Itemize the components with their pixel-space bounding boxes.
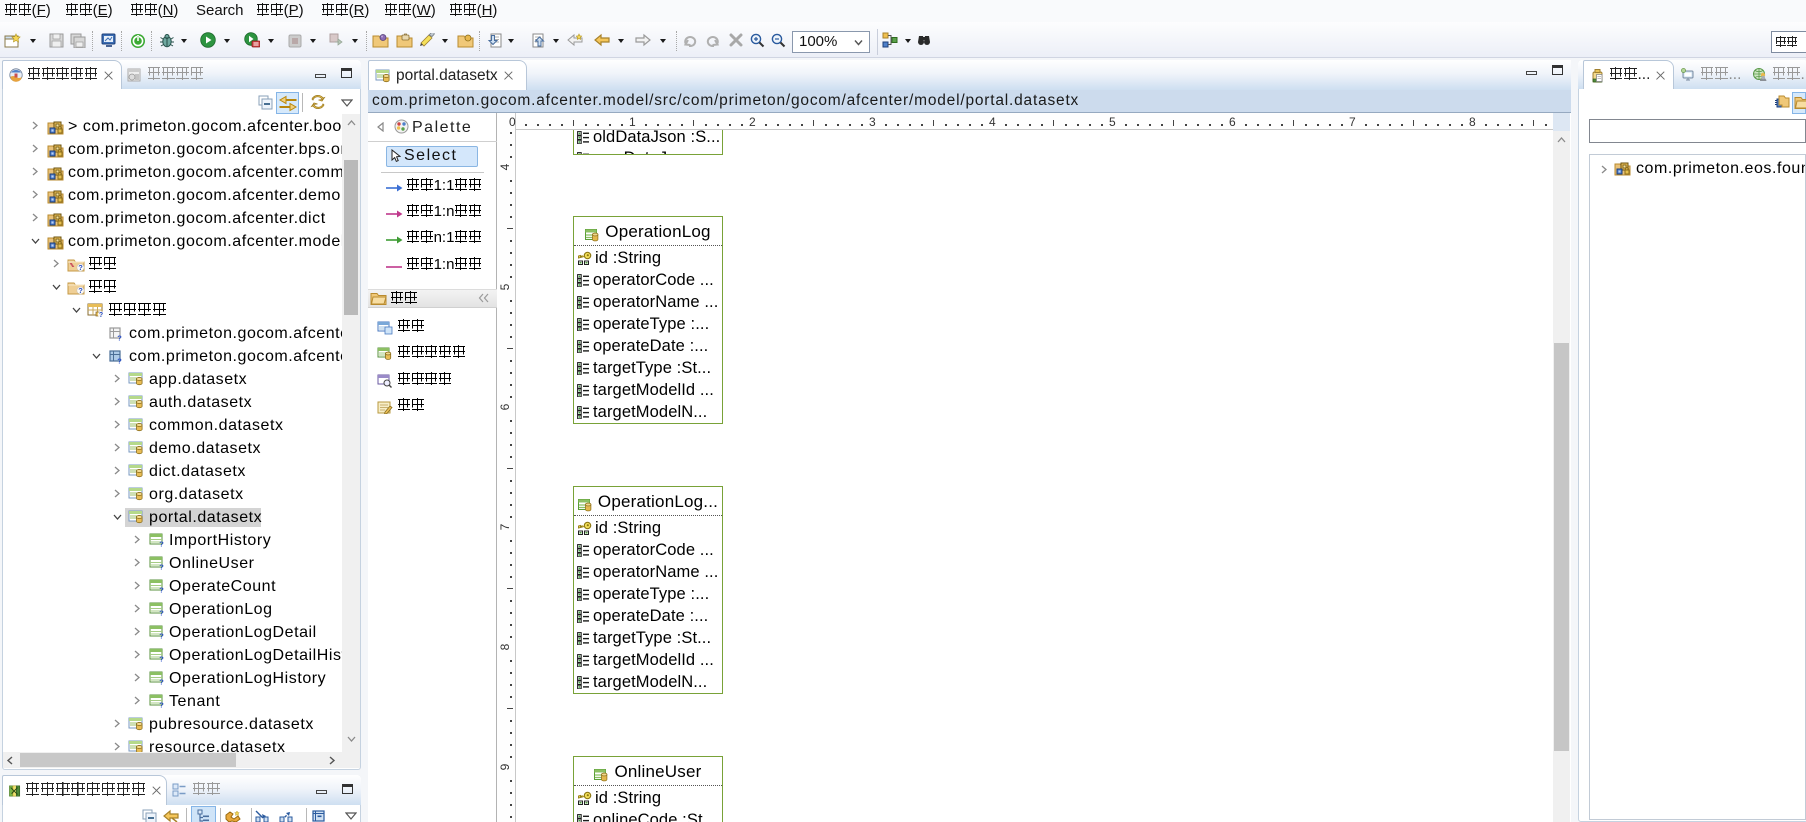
svg-text:?: ? [78, 286, 83, 295]
svg-text:?: ? [99, 312, 103, 318]
svg-text:?: ? [159, 585, 164, 593]
svg-text:?: ? [159, 677, 164, 685]
svg-text:?: ? [78, 263, 83, 272]
svg-text:?: ? [159, 562, 164, 570]
svg-text:?: ? [159, 608, 164, 616]
svg-text:?: ? [159, 539, 164, 547]
svg-text:?: ? [117, 333, 122, 341]
svg-text:?: ? [159, 654, 164, 662]
svg-text:?: ? [159, 700, 164, 708]
svg-text:?: ? [117, 356, 122, 364]
svg-text:?: ? [159, 631, 164, 639]
